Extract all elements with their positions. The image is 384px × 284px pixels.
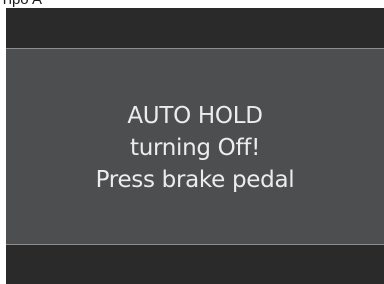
cluster-display: AUTO HOLD turning Off! Press brake pedal xyxy=(6,8,384,284)
page: Tipo A AUTO HOLD turning Off! Press brak… xyxy=(0,0,384,284)
message-line-1: AUTO HOLD xyxy=(127,103,263,129)
warning-message-area: AUTO HOLD turning Off! Press brake pedal xyxy=(6,49,384,244)
display-top-bar xyxy=(6,8,384,48)
message-line-2: turning Off! xyxy=(129,135,261,161)
display-bottom-bar xyxy=(6,245,384,284)
warning-message: AUTO HOLD turning Off! Press brake pedal xyxy=(6,100,384,196)
message-line-3: Press brake pedal xyxy=(95,167,295,193)
